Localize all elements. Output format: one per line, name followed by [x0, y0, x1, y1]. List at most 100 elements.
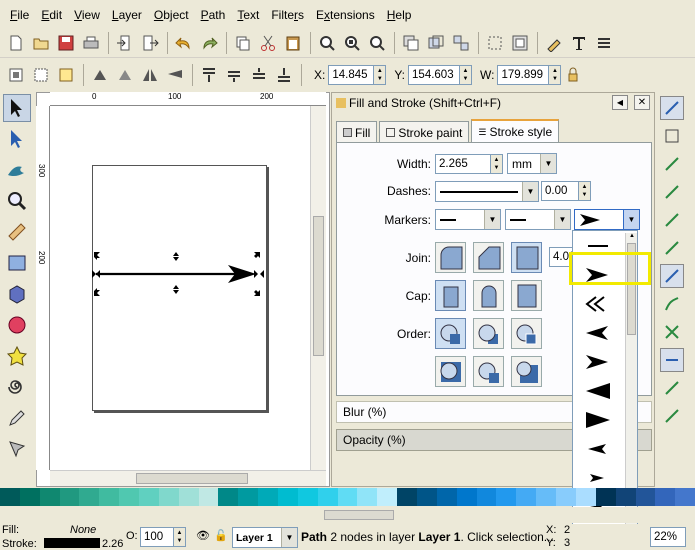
deselect-icon[interactable] — [54, 64, 77, 87]
pencil-tool-icon[interactable] — [3, 404, 31, 432]
zoom-drawing-icon[interactable] — [340, 31, 363, 54]
mid-marker-select[interactable]: ▼ — [505, 209, 571, 230]
import-icon[interactable] — [113, 31, 136, 54]
palette-swatch[interactable] — [99, 488, 120, 506]
palette-swatch[interactable] — [456, 488, 477, 506]
snap-enable-icon[interactable] — [660, 96, 684, 120]
panel-collapse-button[interactable]: ◀ — [612, 95, 628, 110]
palette-swatch[interactable] — [178, 488, 199, 506]
palette-swatch[interactable] — [516, 488, 537, 506]
snap-bbox-midpoint-icon[interactable] — [660, 208, 684, 232]
snap-smooth-icon[interactable] — [660, 376, 684, 400]
w-input[interactable]: 179.899 — [497, 65, 550, 85]
palette-swatch[interactable] — [357, 488, 378, 506]
selector-tool-icon[interactable] — [3, 94, 31, 122]
menu-file[interactable]: File — [4, 6, 35, 24]
palette-swatch[interactable] — [556, 488, 576, 506]
snap-center-icon[interactable] — [660, 236, 684, 260]
palette-swatch[interactable] — [139, 488, 159, 506]
snap-bbox-corner-icon[interactable] — [660, 180, 684, 204]
palette-scrollbar[interactable] — [0, 507, 695, 523]
x-spinner[interactable]: ▲ ▼ — [374, 65, 387, 85]
stroke-swatch[interactable] — [44, 538, 100, 548]
opacity-input[interactable]: 100 — [140, 527, 174, 547]
dash-offset-spinner[interactable]: ▲ ▼ — [579, 181, 591, 201]
lower-to-bottom-icon[interactable] — [272, 64, 295, 87]
scroll-thumb[interactable] — [324, 510, 394, 520]
ungroup-icon[interactable] — [449, 31, 472, 54]
menu-text[interactable]: Text — [231, 6, 265, 24]
palette-swatch[interactable] — [655, 488, 676, 506]
text-font-icon[interactable] — [567, 31, 590, 54]
palette-swatch[interactable] — [317, 488, 338, 506]
snap-cusp-icon[interactable] — [660, 348, 684, 372]
y-input[interactable]: 154.603 — [408, 65, 461, 85]
color-palette[interactable] — [0, 488, 695, 506]
palette-swatch[interactable] — [119, 488, 140, 506]
palette-swatch[interactable] — [397, 488, 418, 506]
dashes-select[interactable]: ▼ — [435, 181, 539, 202]
palette-swatch[interactable] — [675, 488, 695, 506]
palette-swatch[interactable] — [278, 488, 298, 506]
snap-path-icon[interactable] — [660, 292, 684, 316]
export-icon[interactable] — [138, 31, 161, 54]
order-markers-stroke-button[interactable] — [435, 356, 466, 387]
menu-object[interactable]: Object — [148, 6, 195, 24]
selected-arrow-path[interactable] — [88, 248, 273, 298]
lock-icon[interactable] — [561, 64, 584, 87]
flip-horizontal-icon[interactable] — [138, 64, 161, 87]
order-stroke-fill-button[interactable] — [473, 318, 504, 349]
palette-swatch[interactable] — [79, 488, 100, 506]
snap-nodes-icon[interactable] — [660, 264, 684, 288]
palette-swatch[interactable] — [39, 488, 60, 506]
fill-stroke-icon[interactable] — [542, 31, 565, 54]
lock-icon[interactable]: 🔓 — [214, 529, 228, 542]
object-properties-icon[interactable] — [508, 31, 531, 54]
spiral-tool-icon[interactable] — [3, 373, 31, 401]
snap-bbox-icon[interactable] — [660, 124, 684, 148]
marker-option-small-arrow-left[interactable] — [573, 434, 623, 463]
palette-swatch[interactable] — [496, 488, 517, 506]
x-input[interactable]: 14.845 — [328, 65, 375, 85]
cut-icon[interactable] — [256, 31, 279, 54]
order-fill-markers-button[interactable] — [511, 318, 542, 349]
join-bevel-button[interactable] — [511, 242, 542, 273]
palette-swatch[interactable] — [218, 488, 239, 506]
snap-bbox-edge-icon[interactable] — [660, 152, 684, 176]
palette-swatch[interactable] — [476, 488, 497, 506]
marker-option-large-arrow-right[interactable] — [573, 405, 623, 434]
palette-swatch[interactable] — [536, 488, 557, 506]
layer-select[interactable]: Layer 1 ▼ — [232, 527, 298, 548]
canvas-horizontal-scrollbar[interactable] — [50, 470, 326, 486]
tab-fill[interactable]: Fill — [336, 121, 378, 143]
duplicate-icon[interactable] — [399, 31, 422, 54]
scroll-thumb[interactable] — [136, 473, 248, 484]
zoom-page-icon[interactable] — [365, 31, 388, 54]
select-all-layers-icon[interactable] — [29, 64, 52, 87]
width-spinner[interactable]: ▲ ▼ — [491, 154, 503, 174]
flip-vertical-icon[interactable] — [163, 64, 186, 87]
order-markers-fill-button[interactable] — [511, 356, 542, 387]
3d-box-tool-icon[interactable] — [3, 280, 31, 308]
select-all-icon[interactable] — [4, 64, 27, 87]
cap-butt-button[interactable] — [435, 280, 466, 311]
marker-option-double-chevron[interactable] — [573, 289, 623, 318]
group-icon[interactable] — [424, 31, 447, 54]
canvas-vertical-scrollbar[interactable] — [310, 106, 326, 470]
menu-edit[interactable]: Edit — [35, 6, 68, 24]
tab-stroke-style[interactable]: ☰ Stroke style — [471, 119, 560, 143]
unit-select[interactable]: mm ▼ — [507, 153, 557, 174]
eye-icon[interactable]: 👁 — [196, 529, 210, 542]
rotate-cw-icon[interactable] — [113, 64, 136, 87]
palette-swatch[interactable] — [0, 488, 20, 506]
cap-square-button[interactable] — [511, 280, 542, 311]
pen-tool-icon[interactable] — [3, 435, 31, 463]
palette-swatch[interactable] — [59, 488, 80, 506]
raise-to-top-icon[interactable] — [197, 64, 220, 87]
palette-swatch[interactable] — [198, 488, 219, 506]
palette-swatch[interactable] — [436, 488, 457, 506]
panel-close-button[interactable]: ✕ — [634, 95, 650, 110]
align-icon[interactable] — [483, 31, 506, 54]
order-normal-button[interactable] — [435, 318, 466, 349]
rotate-ccw-icon[interactable] — [88, 64, 111, 87]
